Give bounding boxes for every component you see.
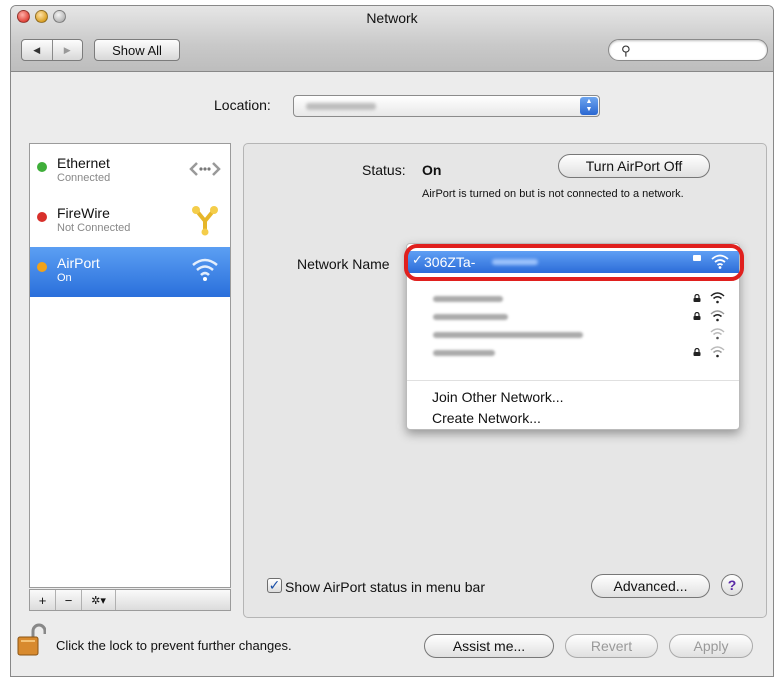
firewire-icon — [192, 206, 218, 236]
network-item[interactable] — [408, 326, 739, 343]
add-service-button[interactable]: + — [30, 590, 56, 610]
service-status: On — [57, 272, 72, 284]
wifi-signal-icon — [710, 292, 725, 304]
apply-button[interactable]: Apply — [669, 634, 753, 658]
lock-icon[interactable] — [16, 623, 46, 657]
network-item[interactable] — [408, 308, 739, 325]
assist-me-button[interactable]: Assist me... — [424, 634, 554, 658]
gear-menu-button[interactable]: ✲▾ — [82, 590, 116, 610]
network-item[interactable] — [408, 344, 739, 361]
network-item-selected[interactable]: ✓ 306ZTa- — [408, 251, 739, 273]
service-item-ethernet[interactable]: Ethernet Connected — [30, 147, 230, 197]
lock-icon — [693, 294, 701, 302]
ethernet-icon — [189, 162, 221, 176]
turn-airport-off-button[interactable]: Turn AirPort Off — [558, 154, 710, 178]
service-item-airport[interactable]: AirPort On — [30, 247, 230, 297]
search-icon: ⚲ — [621, 43, 631, 58]
show-status-label: Show AirPort status in menu bar — [285, 579, 485, 595]
service-status: Not Connected — [57, 222, 131, 234]
location-select[interactable]: ▲ ▼ — [293, 95, 600, 117]
network-name: 306ZTa- — [424, 254, 476, 270]
location-value-redacted — [306, 103, 376, 110]
network-name-menu: ✓ 306ZTa- Join Other Network... Create N… — [406, 243, 740, 430]
status-dot — [37, 262, 47, 272]
status-value: On — [422, 162, 442, 178]
join-other-network-item[interactable]: Join Other Network... — [432, 389, 564, 405]
network-name-redacted — [492, 259, 538, 265]
network-name-label: Network Name — [297, 256, 390, 272]
toolbar: Network ◀ ▶ Show All ⚲ — [11, 6, 773, 72]
lock-icon — [693, 348, 701, 356]
help-button[interactable]: ? — [721, 574, 743, 596]
service-item-firewire[interactable]: FireWire Not Connected — [30, 197, 230, 247]
service-list-actions: + − ✲▾ — [29, 589, 231, 611]
menu-separator — [407, 380, 739, 381]
status-dot — [37, 212, 47, 222]
status-description: AirPort is turned on but is not connecte… — [422, 188, 722, 201]
lock-text: Click the lock to prevent further change… — [56, 638, 292, 653]
show-all-button[interactable]: Show All — [94, 39, 180, 61]
status-label: Status: — [362, 162, 406, 178]
back-button[interactable]: ◀ — [22, 40, 53, 60]
network-item[interactable] — [408, 290, 739, 307]
advanced-button[interactable]: Advanced... — [591, 574, 710, 598]
service-name: Ethernet — [57, 155, 110, 171]
network-name-redacted — [433, 314, 508, 320]
wifi-signal-icon — [710, 328, 725, 340]
service-name: AirPort — [57, 255, 100, 271]
wifi-signal-icon — [711, 254, 729, 269]
service-status: Connected — [57, 172, 111, 184]
search-field[interactable]: ⚲ — [608, 39, 768, 61]
wifi-icon — [192, 258, 218, 281]
revert-button[interactable]: Revert — [565, 634, 658, 658]
service-list: Ethernet Connected FireWire Not Connecte… — [29, 143, 231, 588]
forward-button[interactable]: ▶ — [53, 40, 83, 60]
create-network-item[interactable]: Create Network... — [432, 410, 541, 426]
nav-buttons: ◀ ▶ — [21, 39, 83, 61]
service-name: FireWire — [57, 205, 110, 221]
lock-icon — [693, 312, 701, 320]
network-name-redacted — [433, 332, 583, 338]
location-label: Location: — [214, 97, 271, 113]
checkmark-icon: ✓ — [412, 252, 423, 267]
status-description-text: AirPort is turned on but is not connecte… — [422, 188, 684, 200]
status-dot — [37, 162, 47, 172]
remove-service-button[interactable]: − — [56, 590, 82, 610]
network-name-redacted — [433, 296, 503, 302]
network-name-redacted — [433, 350, 495, 356]
show-status-checkbox[interactable]: ✓ — [267, 578, 282, 593]
wifi-signal-icon — [710, 346, 725, 358]
select-arrows-icon: ▲ ▼ — [580, 97, 598, 115]
lock-icon — [693, 255, 701, 261]
window-title: Network — [366, 10, 418, 26]
wifi-signal-icon — [710, 310, 725, 322]
